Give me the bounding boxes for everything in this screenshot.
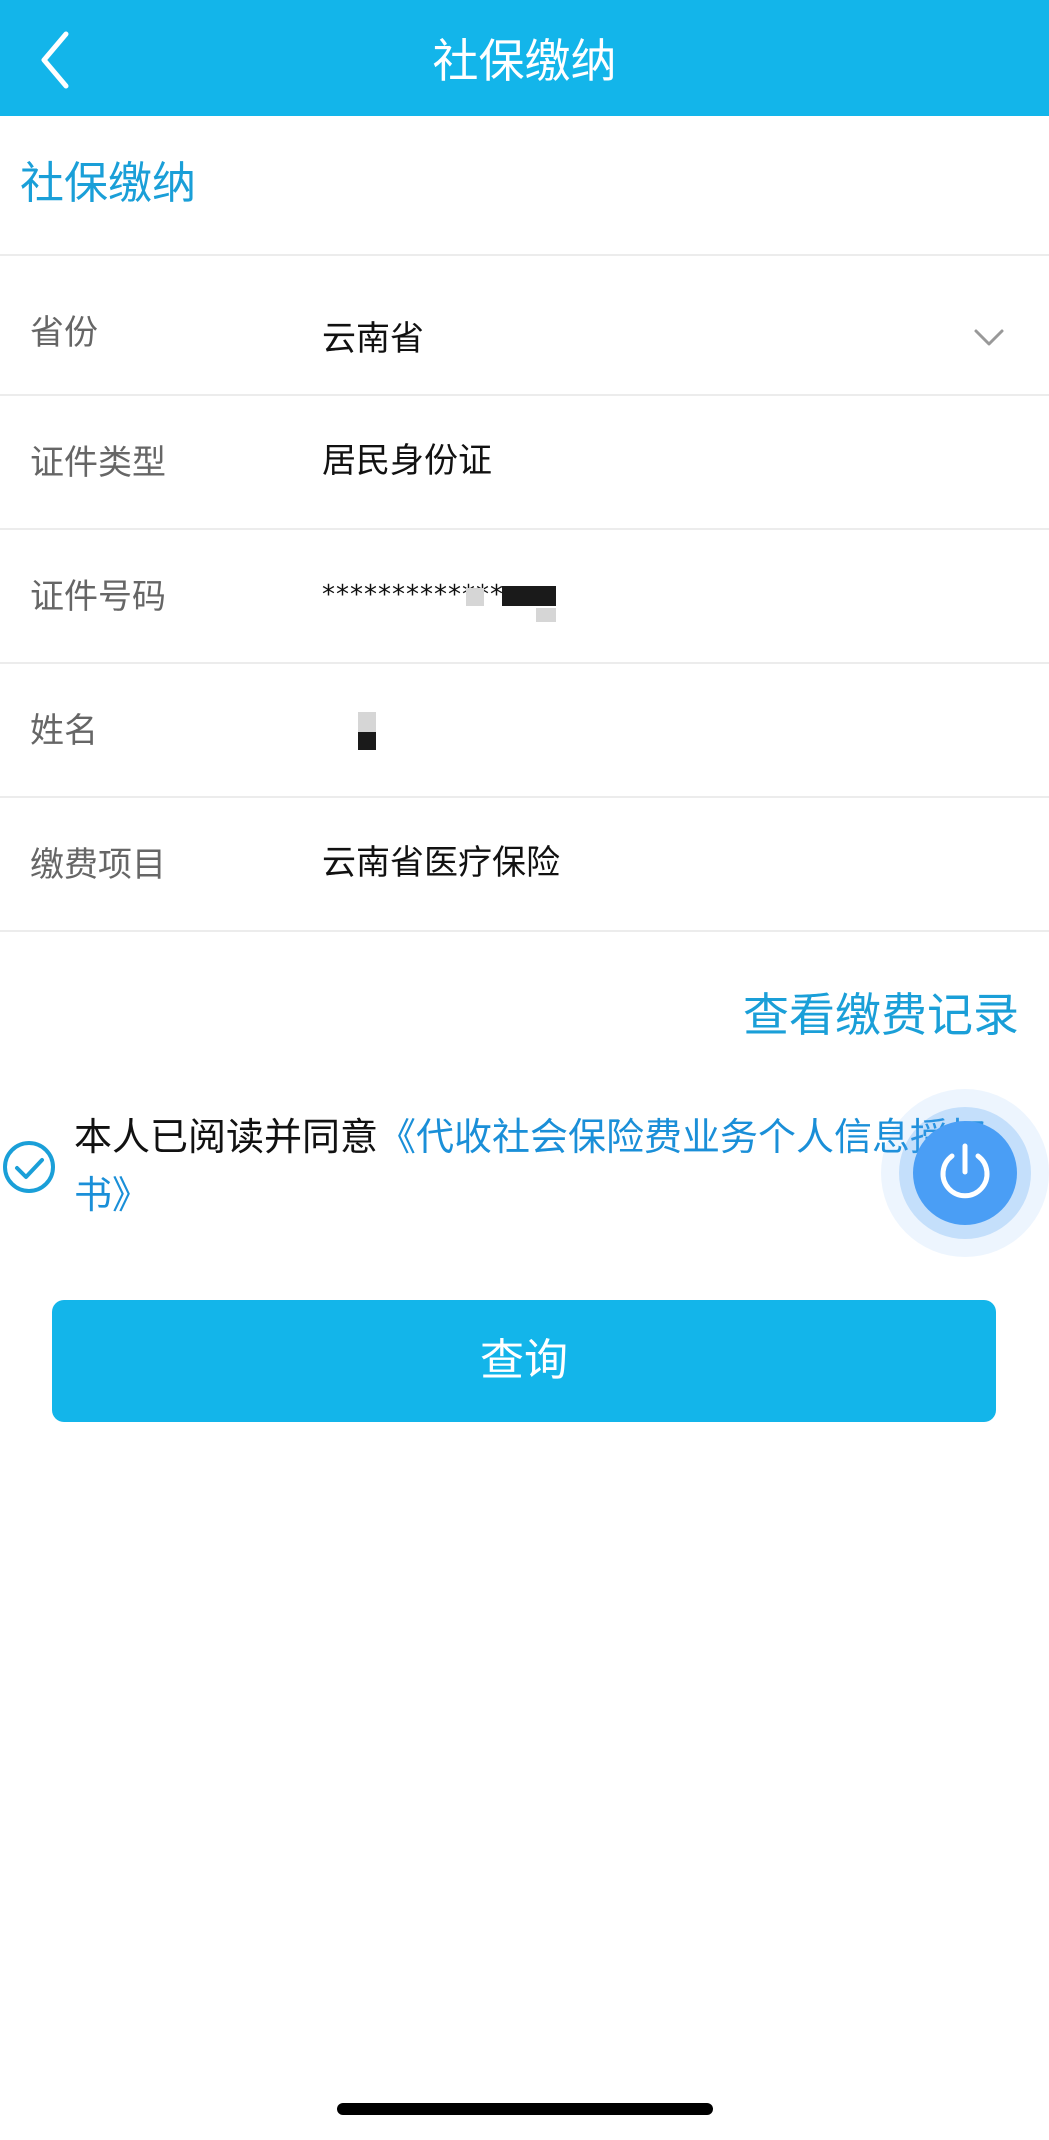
redaction-mark [502,586,556,606]
query-button[interactable]: 查询 [52,1300,996,1422]
id-type-label: 证件类型 [30,443,166,483]
redaction-mark [358,712,376,732]
province-label: 省份 [30,313,98,353]
floating-power-button[interactable] [880,1088,1049,1258]
redaction-mark [358,732,376,750]
name-label: 姓名 [30,711,98,751]
view-payment-records-link[interactable]: 查看缴费记录 [743,992,1019,1038]
checkbox-checked-icon[interactable] [0,1138,58,1196]
chevron-down-icon [974,329,1004,346]
divider [0,528,1049,530]
divider [0,796,1049,798]
redaction-mark [536,608,556,622]
home-indicator [337,2103,713,2115]
agreement-prefix: 本人已阅读并同意 [74,1115,379,1159]
section-title: 社保缴纳 [20,158,196,209]
divider [0,930,1049,932]
nav-bar: 社保缴纳 [0,0,1049,116]
id-type-value: 居民身份证 [322,441,492,481]
divider [0,662,1049,664]
redaction-mark [466,588,484,606]
id-number-label: 证件号码 [30,577,166,617]
payment-item-label: 缴费项目 [30,845,166,885]
payment-item-value: 云南省医疗保险 [322,843,560,883]
province-value: 云南省 [322,319,424,359]
page-title: 社保缴纳 [432,34,617,88]
province-row[interactable] [0,256,1049,394]
